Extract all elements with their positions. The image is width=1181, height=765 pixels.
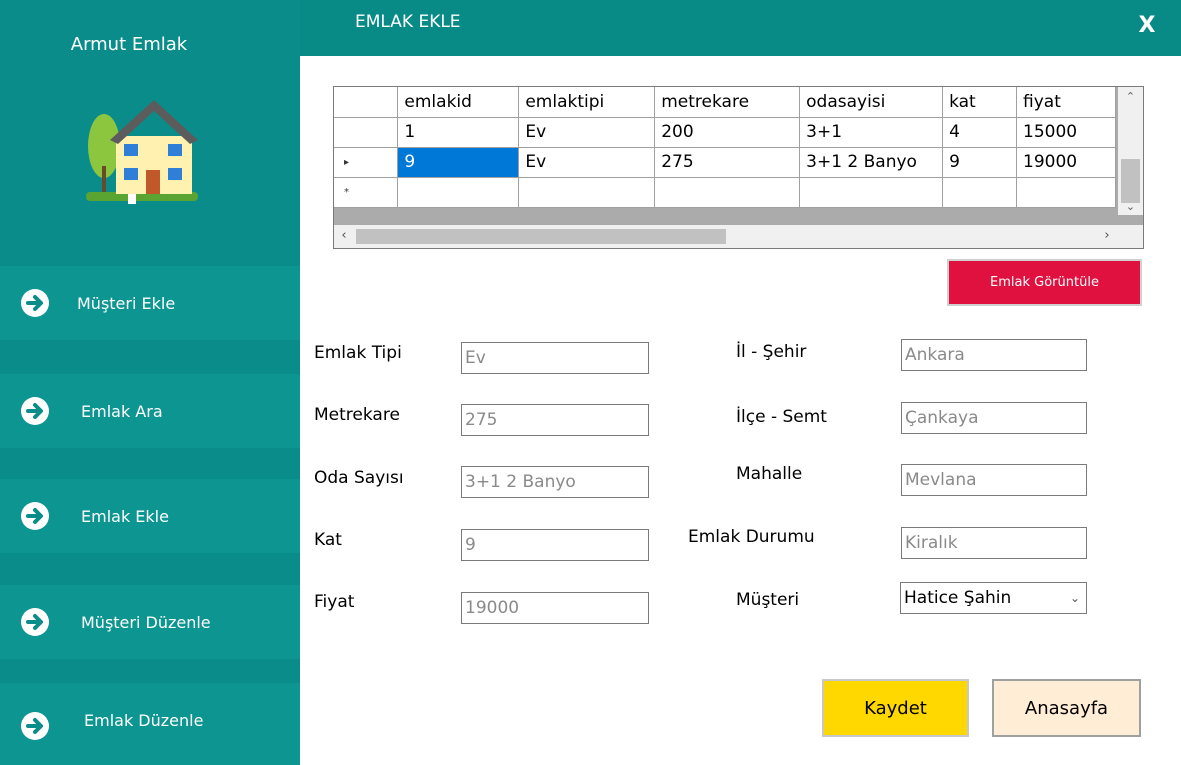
sidebar-item-emlak-duzenle[interactable]: Emlak Düzenle [0, 683, 300, 765]
floor-label: Kat [314, 530, 342, 550]
app-window: Armut Emlak Müşteri Ekle Emlak Ara Emlak… [0, 0, 1181, 765]
customer-select[interactable]: Hatice Şahin ⌄ [900, 582, 1087, 614]
customer-select-value: Hatice Şahin [904, 588, 1012, 608]
property-status-label: Emlak Durumu [688, 527, 815, 547]
table-row-new[interactable]: * [334, 177, 1116, 208]
sidebar-item-emlak-ekle[interactable]: Emlak Ekle [0, 479, 300, 553]
table-cell[interactable]: 3+1 [799, 117, 944, 148]
close-button[interactable]: X [1132, 10, 1162, 42]
column-header[interactable]: metrekare [654, 87, 801, 118]
neighborhood-label: Mahalle [736, 464, 803, 484]
table-cell[interactable]: 200 [654, 117, 801, 148]
new-row-marker-icon: * [344, 186, 349, 198]
vertical-scrollbar[interactable]: ⌃ ⌄ [1118, 87, 1143, 215]
view-property-button[interactable]: Emlak Görüntüle [947, 259, 1142, 306]
horizontal-scroll-thumb[interactable] [356, 229, 726, 244]
arrow-right-circle-icon [21, 502, 49, 530]
table-cell[interactable]: 9 [942, 147, 1018, 178]
header-bar: EMLAK EKLE X [300, 0, 1181, 56]
square-meter-label: Metrekare [314, 405, 400, 425]
scroll-right-icon[interactable]: › [1099, 228, 1115, 244]
sidebar-item-label: Emlak Ekle [81, 507, 169, 526]
table-cell[interactable] [397, 177, 520, 208]
table-cell[interactable]: 15000 [1016, 117, 1116, 148]
sidebar-item-label: Müşteri Düzenle [81, 613, 211, 632]
floor-field[interactable]: 9 [461, 529, 649, 561]
table-cell[interactable] [1016, 177, 1116, 208]
sidebar-item-label: Müşteri Ekle [77, 294, 176, 313]
table-cell[interactable]: Ev [518, 147, 656, 178]
sidebar-item-label: Emlak Düzenle [84, 711, 204, 730]
price-field[interactable]: 19000 [461, 592, 649, 624]
sidebar-item-musteri-duzenle[interactable]: Müşteri Düzenle [0, 585, 300, 659]
app-title: Armut Emlak [70, 34, 188, 55]
scroll-down-icon[interactable]: ⌄ [1118, 199, 1143, 215]
table-row-selected[interactable]: ▸ 9 Ev 275 3+1 2 Banyo 9 19000 [334, 147, 1116, 178]
city-label: İl - Şehir [736, 342, 807, 362]
table-cell[interactable] [654, 177, 801, 208]
table-cell[interactable] [799, 177, 944, 208]
sidebar-item-musteri-ekle[interactable]: Müşteri Ekle [0, 266, 300, 340]
table-row[interactable]: 1 Ev 200 3+1 4 15000 [334, 117, 1116, 148]
table-cell-selected[interactable]: 9 [397, 147, 520, 178]
square-meter-field[interactable]: 275 [461, 404, 649, 436]
neighborhood-field[interactable]: Mevlana [901, 464, 1087, 496]
customer-label: Müşteri [736, 590, 800, 610]
grid-viewport: emlakid emlaktipi metrekare odasayisi ka… [334, 87, 1116, 215]
row-header[interactable] [334, 117, 399, 148]
sidebar-item-emlak-ara[interactable]: Emlak Ara [0, 374, 300, 448]
sidebar: Armut Emlak Müşteri Ekle Emlak Ara Emlak… [0, 0, 300, 765]
column-header[interactable]: emlakid [397, 87, 520, 118]
scroll-up-icon[interactable]: ⌃ [1118, 89, 1143, 105]
price-label: Fiyat [314, 592, 355, 612]
row-header[interactable]: ▸ [334, 147, 399, 178]
column-header[interactable]: kat [942, 87, 1018, 118]
table-cell[interactable] [942, 177, 1018, 208]
vertical-scroll-thumb[interactable] [1121, 159, 1140, 203]
horizontal-scrollbar[interactable]: ‹ › [334, 225, 1143, 248]
district-field[interactable]: Çankaya [901, 402, 1087, 434]
current-row-marker-icon: ▸ [344, 156, 350, 168]
data-grid[interactable]: emlakid emlaktipi metrekare odasayisi ka… [333, 86, 1144, 249]
table-cell[interactable]: 19000 [1016, 147, 1116, 178]
arrow-right-circle-icon [21, 712, 49, 740]
arrow-right-circle-icon [21, 289, 49, 317]
arrow-right-circle-icon [21, 397, 49, 425]
save-button[interactable]: Kaydet [822, 679, 969, 737]
district-label: İlçe - Semt [736, 407, 827, 427]
table-cell[interactable] [518, 177, 656, 208]
table-cell[interactable]: Ev [518, 117, 656, 148]
row-header[interactable]: * [334, 177, 399, 208]
arrow-right-circle-icon [21, 608, 49, 636]
property-status-field[interactable]: Kiralık [901, 527, 1087, 559]
house-logo-icon [86, 100, 198, 204]
column-header[interactable]: emlaktipi [518, 87, 656, 118]
table-cell[interactable]: 4 [942, 117, 1018, 148]
grid-empty-area [334, 215, 1143, 225]
home-button[interactable]: Anasayfa [992, 679, 1141, 737]
table-cell[interactable]: 1 [397, 117, 520, 148]
row-header-corner [334, 87, 399, 118]
room-count-field[interactable]: 3+1 2 Banyo [461, 466, 649, 498]
scroll-left-icon[interactable]: ‹ [336, 228, 352, 244]
table-cell[interactable]: 275 [654, 147, 801, 178]
chevron-down-icon: ⌄ [1069, 591, 1080, 605]
city-field[interactable]: Ankara [901, 339, 1087, 371]
page-title: EMLAK EKLE [355, 12, 461, 32]
column-header[interactable]: fiyat [1016, 87, 1116, 118]
sidebar-item-label: Emlak Ara [81, 402, 163, 421]
room-count-label: Oda Sayısı [314, 468, 404, 488]
table-cell[interactable]: 3+1 2 Banyo [799, 147, 944, 178]
grid-table: emlakid emlaktipi metrekare odasayisi ka… [334, 87, 1116, 208]
column-header[interactable]: odasayisi [799, 87, 944, 118]
grid-header-row: emlakid emlaktipi metrekare odasayisi ka… [334, 87, 1116, 118]
property-type-label: Emlak Tipi [314, 343, 402, 363]
property-type-field[interactable]: Ev [461, 342, 649, 374]
